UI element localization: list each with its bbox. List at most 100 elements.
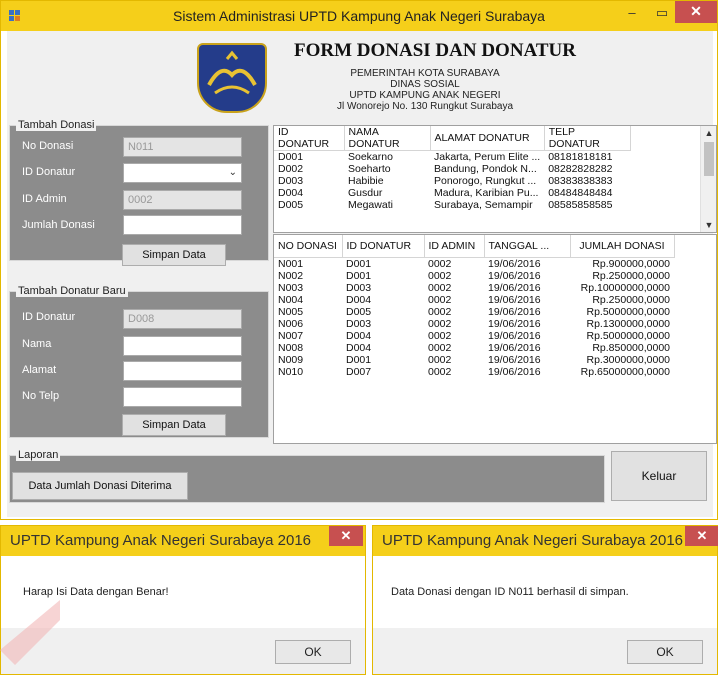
simpan-donatur-button[interactable]: Simpan Data bbox=[122, 414, 226, 436]
table-cell[interactable]: D002 bbox=[274, 163, 344, 175]
table-cell[interactable]: D003 bbox=[342, 318, 424, 330]
table-cell[interactable]: 19/06/2016 bbox=[484, 318, 570, 330]
scroll-thumb[interactable] bbox=[704, 142, 714, 176]
table-cell[interactable]: 19/06/2016 bbox=[484, 257, 570, 270]
table-row[interactable]: N005 D005 0002 19/06/2016 Rp.5000000,0000 bbox=[274, 306, 674, 318]
table-cell[interactable]: 19/06/2016 bbox=[484, 282, 570, 294]
table-row[interactable]: N009 D001 0002 19/06/2016 Rp.3000000,0000 bbox=[274, 354, 674, 366]
col-header[interactable]: ID ADMIN bbox=[424, 235, 485, 258]
table-cell[interactable]: Habibie bbox=[344, 175, 430, 187]
table-cell[interactable]: N009 bbox=[274, 354, 342, 366]
table-cell[interactable]: 0002 bbox=[424, 318, 484, 330]
col-header[interactable]: NAMA DONATUR bbox=[344, 126, 431, 151]
table-row[interactable]: D005 Megawati Surabaya, Semampir 0858585858… bbox=[274, 199, 630, 211]
simpan-donasi-button[interactable]: Simpan Data bbox=[122, 244, 226, 266]
donatur-grid[interactable]: ID DONATUR NAMA DONATUR ALAMAT DONATUR T… bbox=[273, 125, 717, 233]
dialog-close-button[interactable]: ✕ bbox=[329, 526, 363, 546]
table-cell[interactable]: Ponorogo, Rungkut ... bbox=[430, 175, 544, 187]
laporan-button[interactable]: Data Jumlah Donasi Diterima bbox=[12, 472, 188, 500]
id-admin-field[interactable]: 0002 bbox=[123, 190, 242, 210]
scroll-down-icon[interactable]: ▼ bbox=[701, 220, 716, 230]
table-cell[interactable]: N007 bbox=[274, 330, 342, 342]
table-cell[interactable]: N004 bbox=[274, 294, 342, 306]
table-row[interactable]: N007 D004 0002 19/06/2016 Rp.5000000,0000 bbox=[274, 330, 674, 342]
table-cell[interactable]: 19/06/2016 bbox=[484, 342, 570, 354]
table-cell[interactable]: N003 bbox=[274, 282, 342, 294]
table-row[interactable]: N002 D001 0002 19/06/2016 Rp.250000,0000 bbox=[274, 270, 674, 282]
table-row[interactable]: N010 D007 0002 19/06/2016 Rp.65000000,0000 bbox=[274, 366, 674, 378]
table-cell[interactable]: 19/06/2016 bbox=[484, 330, 570, 342]
close-button[interactable]: ✕ bbox=[675, 1, 717, 23]
table-cell[interactable]: 0002 bbox=[424, 342, 484, 354]
table-cell[interactable]: Soeharto bbox=[344, 163, 430, 175]
table-cell[interactable]: Rp.850000,0000 bbox=[570, 342, 674, 354]
table-cell[interactable]: 0002 bbox=[424, 294, 484, 306]
ok-button[interactable]: OK bbox=[275, 640, 351, 664]
col-header[interactable]: ALAMAT DONATUR bbox=[430, 126, 545, 151]
table-cell[interactable]: D005 bbox=[274, 199, 344, 211]
table-cell[interactable]: N006 bbox=[274, 318, 342, 330]
table-cell[interactable]: Madura, Karibian Pu... bbox=[430, 187, 544, 199]
table-cell[interactable]: 0002 bbox=[424, 366, 484, 378]
table-cell[interactable]: 08383838383 bbox=[544, 175, 630, 187]
table-cell[interactable]: 0002 bbox=[424, 306, 484, 318]
table-cell[interactable]: 19/06/2016 bbox=[484, 354, 570, 366]
table-cell[interactable]: D001 bbox=[342, 257, 424, 270]
dialog-title-bar[interactable]: UPTD Kampung Anak Negeri Surabaya 2016 ✕ bbox=[1, 526, 365, 556]
no-telp-field[interactable] bbox=[123, 387, 242, 407]
table-cell[interactable]: Rp.5000000,0000 bbox=[570, 330, 674, 342]
table-cell[interactable]: 19/06/2016 bbox=[484, 366, 570, 378]
table-cell[interactable]: D003 bbox=[274, 175, 344, 187]
table-cell[interactable]: D001 bbox=[274, 151, 344, 164]
vertical-scrollbar[interactable]: ▲ ▼ bbox=[700, 126, 716, 232]
table-cell[interactable]: D004 bbox=[342, 294, 424, 306]
table-cell[interactable]: Rp.250000,0000 bbox=[570, 294, 674, 306]
table-cell[interactable]: 0002 bbox=[424, 270, 484, 282]
dialog-close-button[interactable]: ✕ bbox=[685, 526, 718, 546]
minimize-button[interactable]: – bbox=[619, 4, 645, 24]
table-row[interactable]: N004 D004 0002 19/06/2016 Rp.250000,0000 bbox=[274, 294, 674, 306]
keluar-button[interactable]: Keluar bbox=[611, 451, 707, 501]
table-cell[interactable]: Jakarta, Perum Elite ... bbox=[430, 151, 544, 164]
maximize-button[interactable]: ▭ bbox=[649, 4, 675, 24]
jumlah-donasi-field[interactable] bbox=[123, 215, 242, 235]
table-cell[interactable]: N002 bbox=[274, 270, 342, 282]
table-row[interactable]: N008 D004 0002 19/06/2016 Rp.850000,0000 bbox=[274, 342, 674, 354]
table-cell[interactable]: Rp.3000000,0000 bbox=[570, 354, 674, 366]
donasi-grid[interactable]: NO DONASI ID DONATUR ID ADMIN TANGGAL ..… bbox=[273, 234, 717, 444]
table-cell[interactable]: D005 bbox=[342, 306, 424, 318]
table-row[interactable]: N003 D003 0002 19/06/2016 Rp.10000000,0000 bbox=[274, 282, 674, 294]
id-donatur-select[interactable]: ⌄ bbox=[123, 163, 242, 183]
table-cell[interactable]: N008 bbox=[274, 342, 342, 354]
table-cell[interactable]: 19/06/2016 bbox=[484, 294, 570, 306]
table-cell[interactable]: Rp.900000,0000 bbox=[570, 257, 674, 270]
id-donatur-field[interactable]: D008 bbox=[123, 309, 242, 329]
table-cell[interactable]: Rp.250000,0000 bbox=[570, 270, 674, 282]
table-cell[interactable]: 0002 bbox=[424, 282, 484, 294]
table-cell[interactable]: D004 bbox=[342, 330, 424, 342]
table-cell[interactable]: 08181818181 bbox=[544, 151, 630, 164]
table-cell[interactable]: Megawati bbox=[344, 199, 430, 211]
col-header[interactable]: JUMLAH DONASI bbox=[570, 235, 675, 258]
table-row[interactable]: D002 Soeharto Bandung, Pondok N... 08282828… bbox=[274, 163, 630, 175]
table-cell[interactable]: N010 bbox=[274, 366, 342, 378]
table-row[interactable]: D001 Soekarno Jakarta, Perum Elite ... 0818… bbox=[274, 151, 630, 164]
scroll-up-icon[interactable]: ▲ bbox=[701, 128, 716, 138]
table-row[interactable]: D004 Gusdur Madura, Karibian Pu... 08484848… bbox=[274, 187, 630, 199]
no-donasi-field[interactable]: N011 bbox=[123, 137, 242, 157]
table-cell[interactable]: 19/06/2016 bbox=[484, 270, 570, 282]
table-cell[interactable]: Gusdur bbox=[344, 187, 430, 199]
table-cell[interactable]: 08484848484 bbox=[544, 187, 630, 199]
table-cell[interactable]: Rp.65000000,0000 bbox=[570, 366, 674, 378]
table-cell[interactable]: 0002 bbox=[424, 257, 484, 270]
table-row[interactable]: D003 Habibie Ponorogo, Rungkut ... 08383838… bbox=[274, 175, 630, 187]
table-cell[interactable]: D004 bbox=[342, 342, 424, 354]
ok-button[interactable]: OK bbox=[627, 640, 703, 664]
col-header[interactable]: TELP DONATUR bbox=[544, 126, 631, 151]
table-cell[interactable]: D003 bbox=[342, 282, 424, 294]
table-cell[interactable]: Surabaya, Semampir bbox=[430, 199, 544, 211]
table-cell[interactable]: 0002 bbox=[424, 354, 484, 366]
table-cell[interactable]: Rp.5000000,0000 bbox=[570, 306, 674, 318]
col-header[interactable]: NO DONASI bbox=[274, 235, 343, 258]
col-header[interactable]: TANGGAL ... bbox=[484, 235, 571, 258]
